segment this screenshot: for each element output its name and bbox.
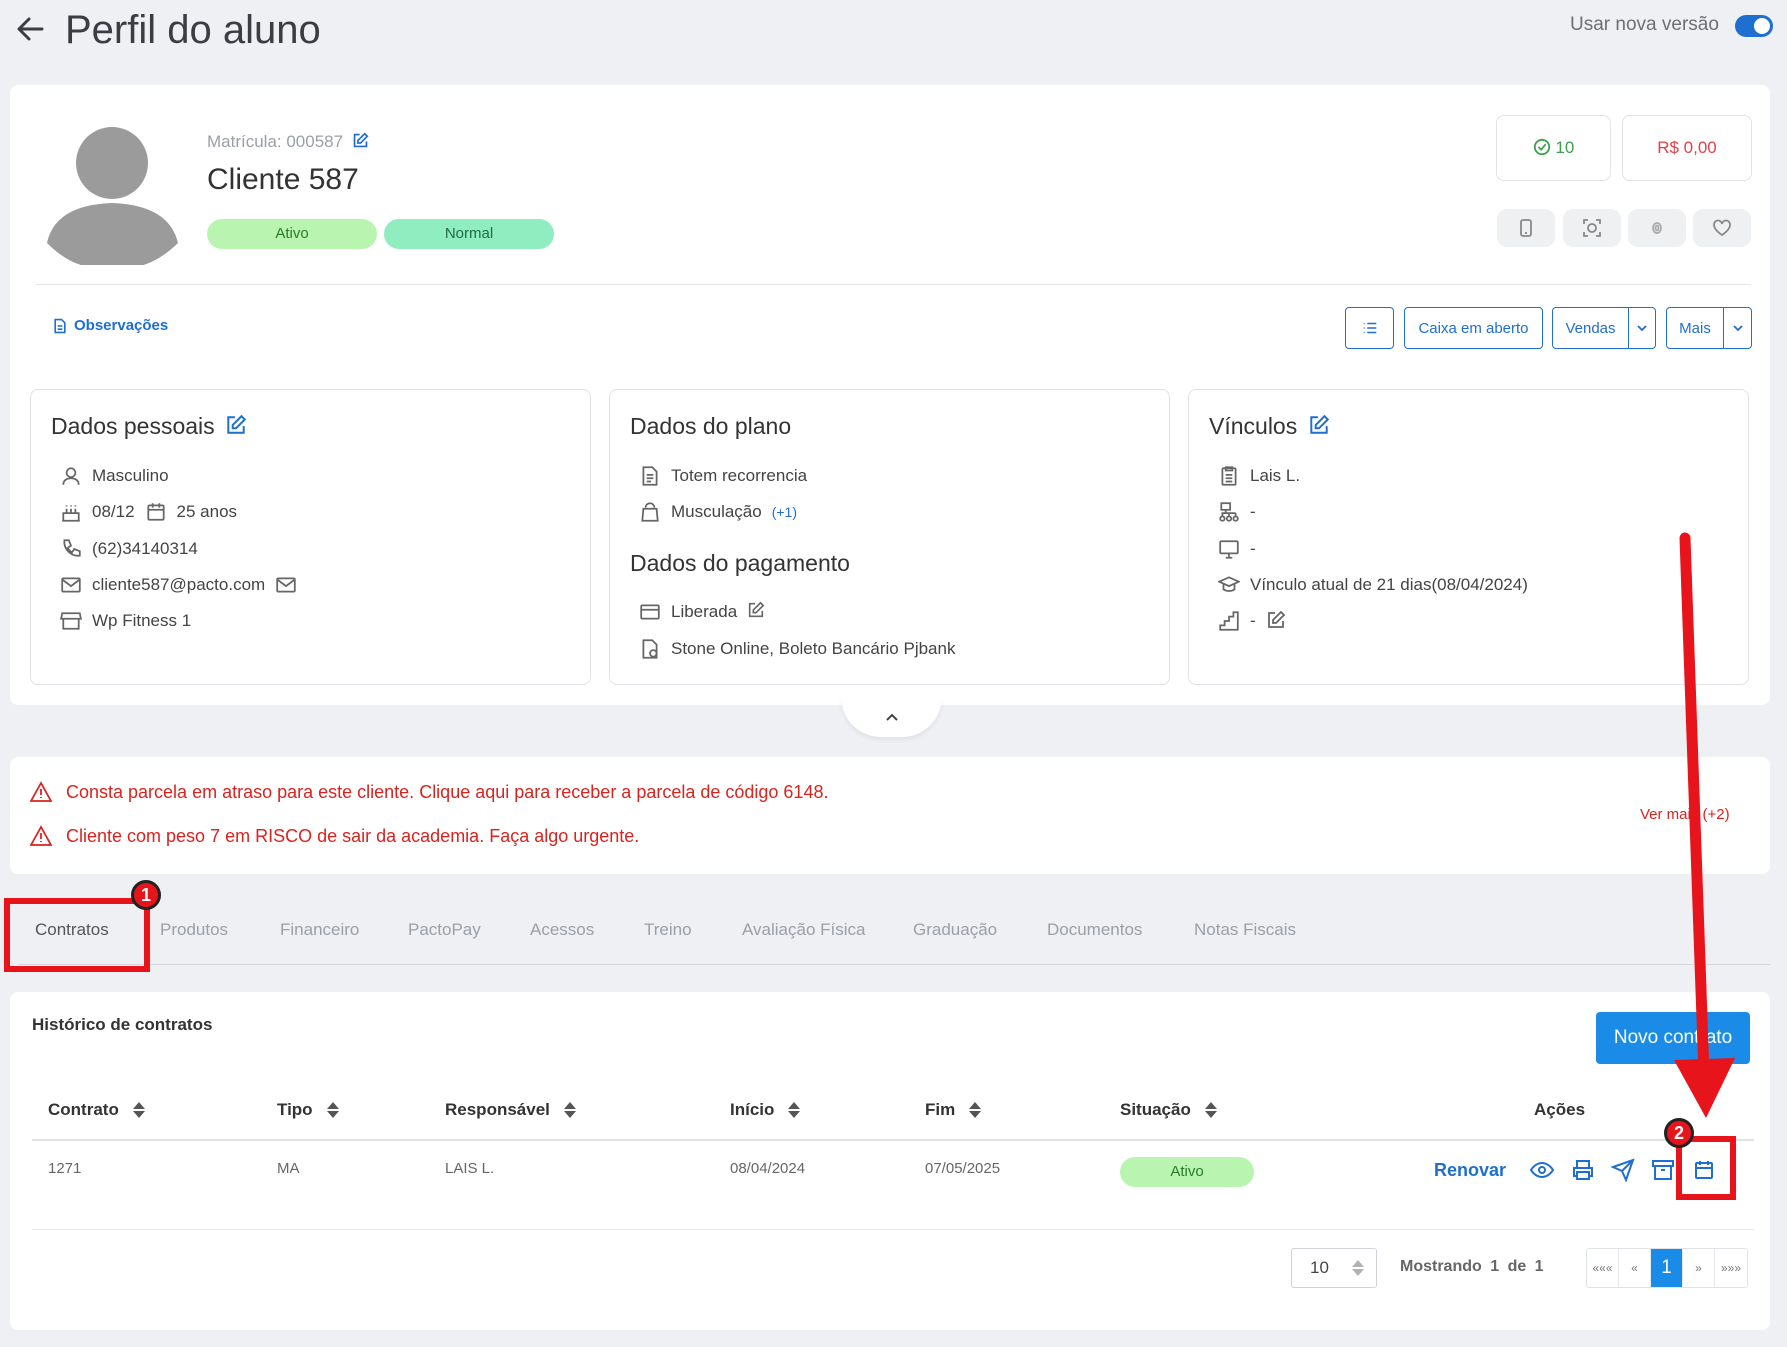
annotation-arrow <box>1674 532 1735 1118</box>
